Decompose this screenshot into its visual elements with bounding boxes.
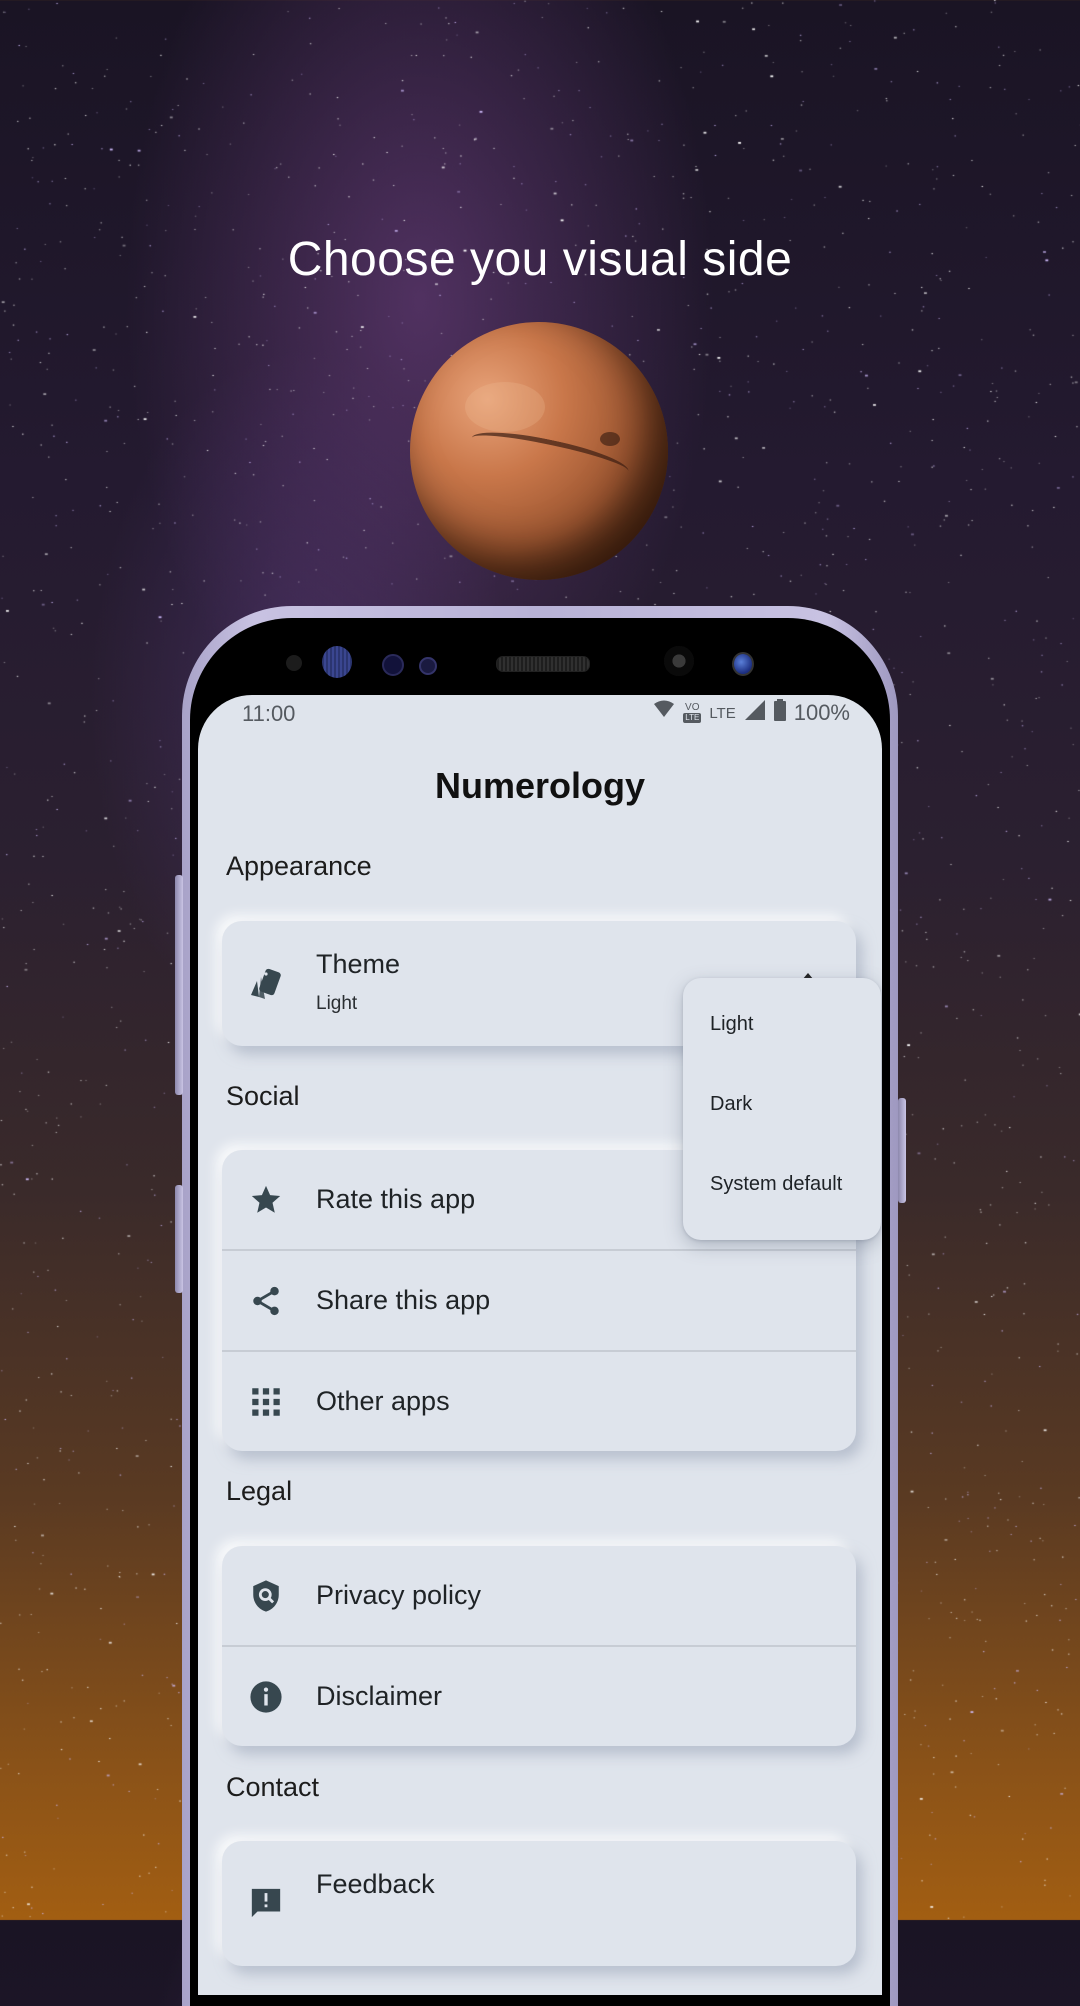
iris-camera xyxy=(732,652,754,676)
apps-grid-icon xyxy=(248,1384,284,1420)
volte-icon: VO LTE xyxy=(683,702,702,723)
rate-app-label: Rate this app xyxy=(316,1184,476,1214)
other-apps-label: Other apps xyxy=(316,1386,450,1416)
feedback-row[interactable]: Feedback xyxy=(222,1841,856,1966)
promo-headline: Choose you visual side xyxy=(287,233,793,286)
legal-card: Privacy policy Disclaimer xyxy=(222,1546,856,1746)
other-apps-row[interactable]: Other apps xyxy=(222,1352,856,1451)
lte-icon: LTE xyxy=(709,704,736,722)
theme-option-dark[interactable]: Dark xyxy=(710,1093,752,1116)
phone-volume-button xyxy=(175,875,183,1095)
disclaimer-row[interactable]: Disclaimer xyxy=(222,1647,856,1746)
phone-bixby-button xyxy=(175,1185,183,1293)
section-label-social: Social xyxy=(226,1081,300,1111)
theme-option-system-default[interactable]: System default xyxy=(710,1173,842,1196)
feedback-label: Feedback xyxy=(316,1869,435,1899)
theme-dropdown-menu: Light Dark System default xyxy=(683,978,881,1240)
signal-icon xyxy=(744,699,766,727)
theme-label: Theme xyxy=(316,949,401,979)
app-screen: 11:00 VO LTE LTE 100% Numerology Appeara… xyxy=(198,695,882,1995)
battery-percent: 100% xyxy=(793,700,850,725)
front-camera xyxy=(664,646,694,676)
status-time: 11:00 xyxy=(242,701,296,726)
sensor-dot xyxy=(419,657,437,675)
section-label-legal: Legal xyxy=(226,1476,293,1506)
app-title: Numerology xyxy=(434,765,646,806)
star-icon xyxy=(248,1182,284,1218)
proximity-sensor xyxy=(286,655,302,671)
privacy-shield-icon xyxy=(248,1578,284,1614)
mars-planet-image xyxy=(410,322,668,580)
iris-scanner xyxy=(322,646,352,678)
section-label-contact: Contact xyxy=(226,1772,320,1802)
phone-power-button xyxy=(898,1098,906,1203)
theme-option-light[interactable]: Light xyxy=(710,1013,753,1036)
share-app-row[interactable]: Share this app xyxy=(222,1251,856,1352)
privacy-policy-label: Privacy policy xyxy=(316,1580,482,1610)
section-label-appearance: Appearance xyxy=(226,851,372,881)
privacy-policy-row[interactable]: Privacy policy xyxy=(222,1546,856,1647)
share-icon xyxy=(248,1283,284,1319)
disclaimer-label: Disclaimer xyxy=(316,1681,443,1711)
feedback-icon xyxy=(248,1885,284,1921)
sensor-dot xyxy=(382,654,404,676)
share-app-label: Share this app xyxy=(316,1285,491,1315)
contact-card: Feedback xyxy=(222,1841,856,1966)
info-icon xyxy=(248,1679,284,1715)
battery-icon xyxy=(773,699,786,727)
theme-value: Light xyxy=(316,993,358,1014)
earpiece-speaker xyxy=(496,656,590,672)
theme-swatch-icon xyxy=(248,965,284,1001)
wifi-icon xyxy=(653,699,675,727)
status-bar: 11:00 VO LTE LTE 100% xyxy=(198,695,882,731)
